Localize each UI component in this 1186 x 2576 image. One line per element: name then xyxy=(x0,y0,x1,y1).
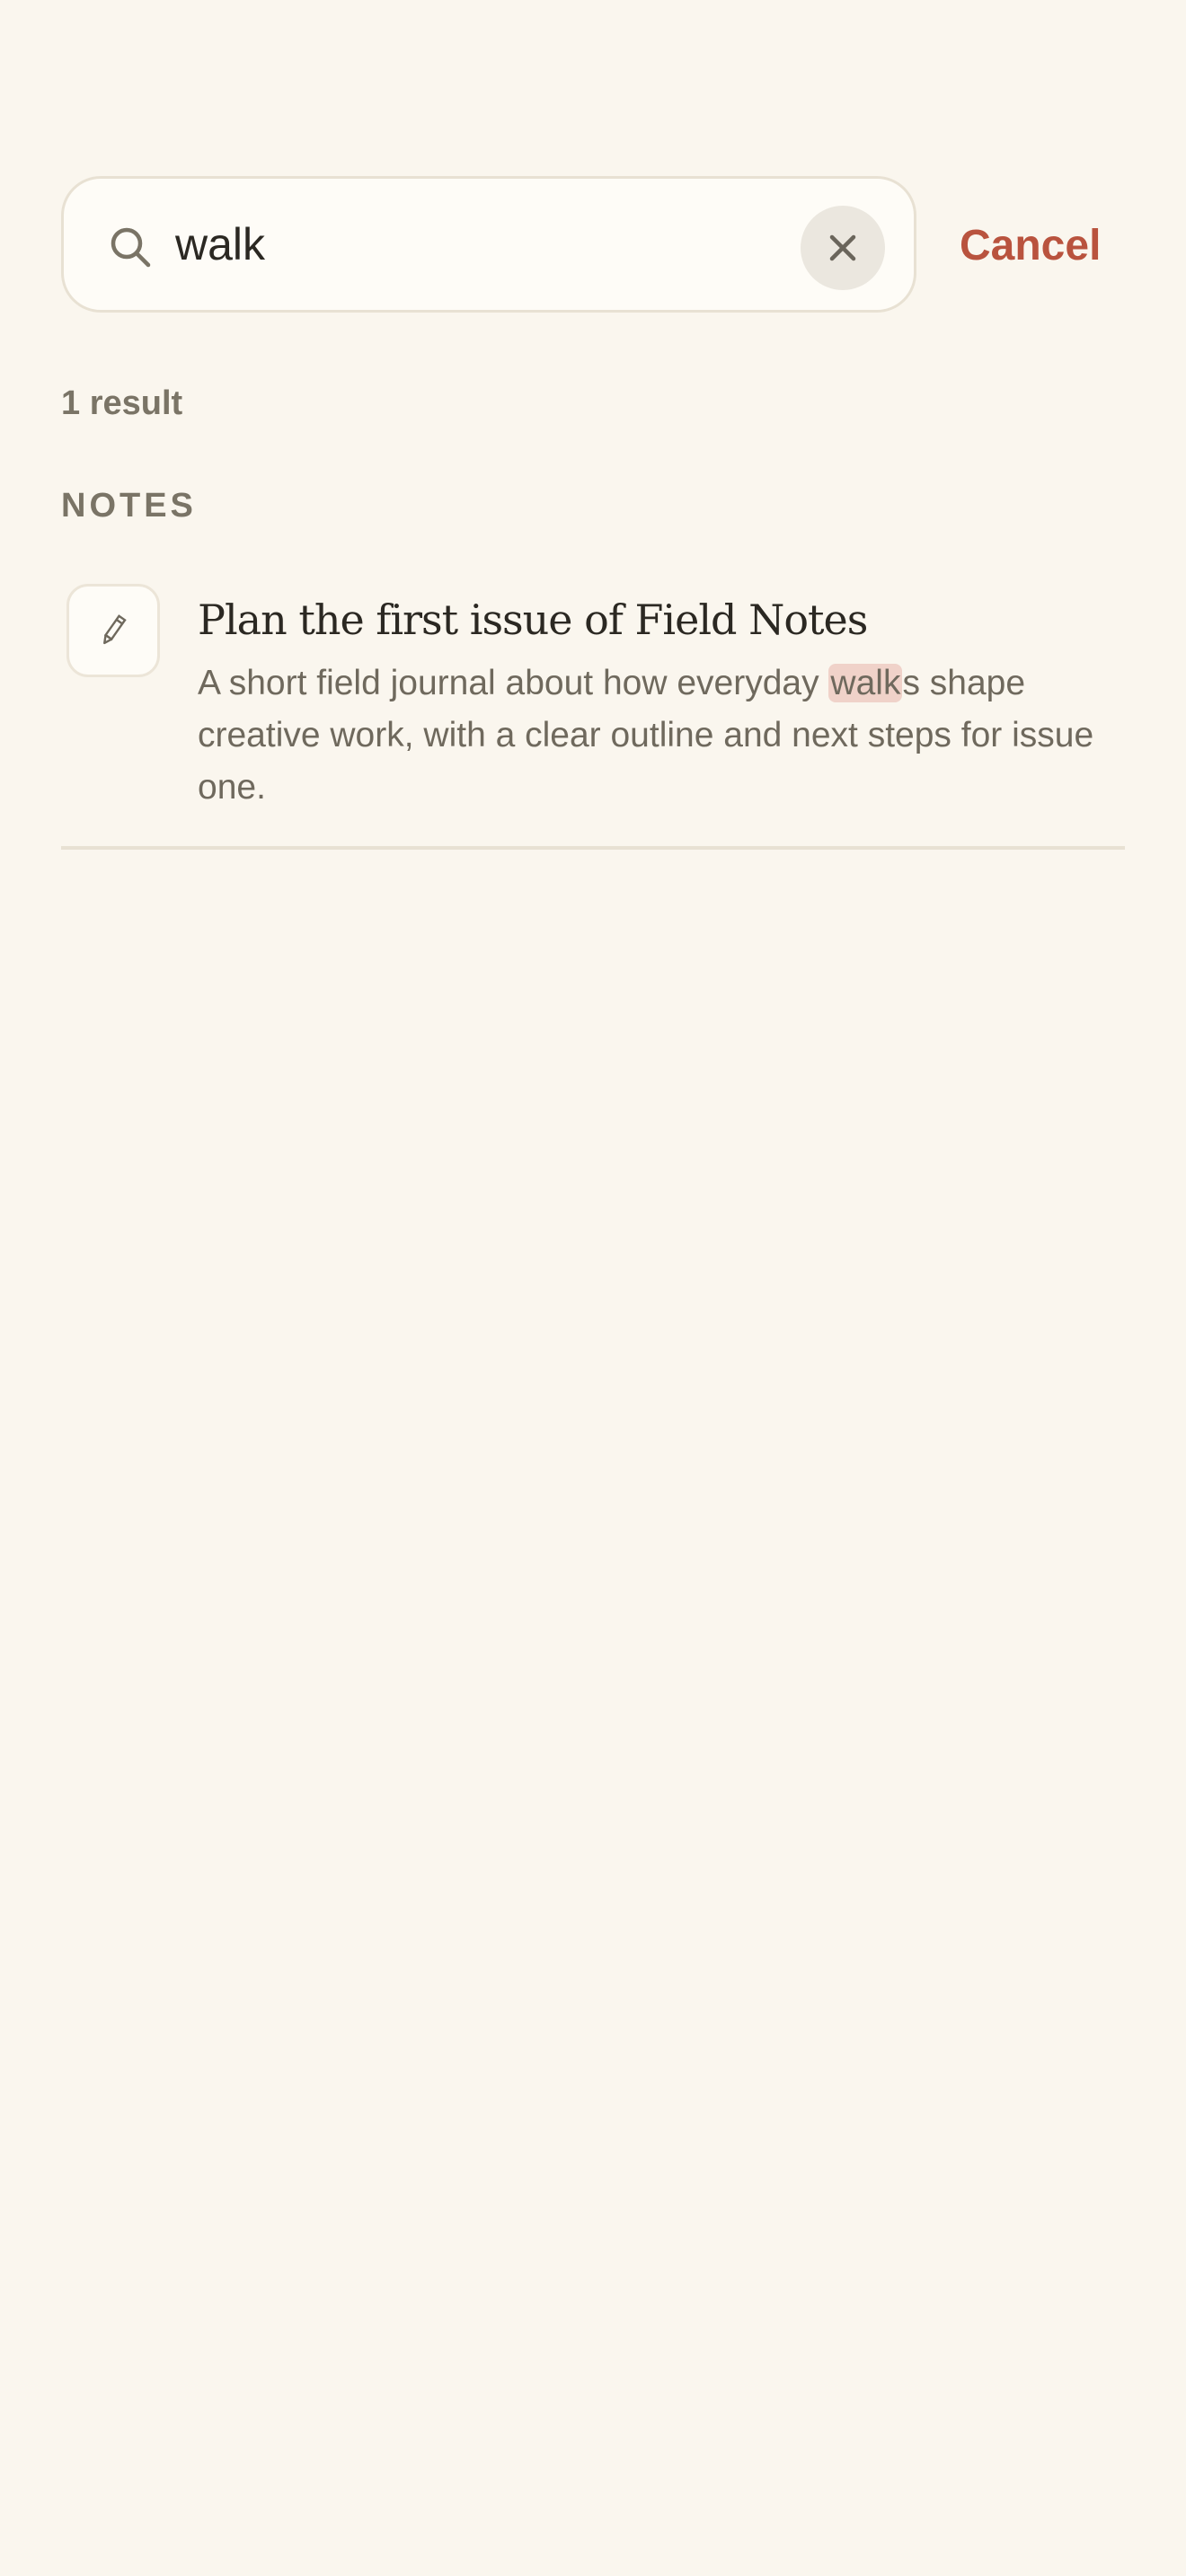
snippet-text-before: A short field journal about how everyday xyxy=(198,664,829,702)
note-result-item[interactable]: Plan the first issue of Field Notes A sh… xyxy=(61,575,1125,850)
note-snippet: A short field journal about how everyday… xyxy=(198,657,1132,814)
note-icon-container xyxy=(66,584,160,677)
search-bar[interactable] xyxy=(61,176,916,313)
section-header-notes: NOTES xyxy=(61,487,197,525)
search-match-highlight: walk xyxy=(828,664,903,702)
note-title: Plan the first issue of Field Notes xyxy=(198,595,868,644)
search-input[interactable] xyxy=(175,211,750,278)
search-icon xyxy=(111,227,151,268)
cancel-button[interactable]: Cancel xyxy=(960,219,1101,273)
close-icon xyxy=(829,234,856,261)
search-screen: Cancel 1 result NOTES Plan the first iss… xyxy=(0,0,1186,2576)
result-count: 1 result xyxy=(61,384,183,422)
clear-search-button[interactable] xyxy=(801,206,885,290)
divider xyxy=(61,846,1125,850)
pencil-icon xyxy=(103,614,127,645)
